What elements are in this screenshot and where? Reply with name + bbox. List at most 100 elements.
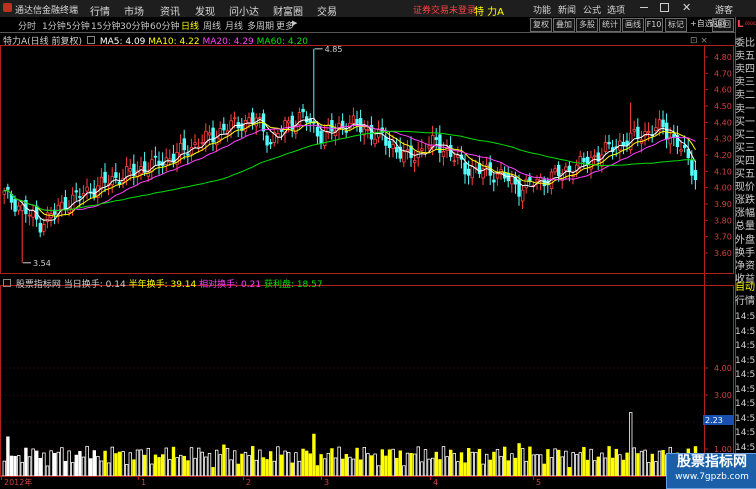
volume-bar[interactable] [575, 454, 579, 477]
candle-body[interactable] [384, 136, 388, 146]
candle-body[interactable] [661, 119, 665, 128]
volume-bar[interactable] [643, 449, 647, 477]
volume-bar[interactable] [654, 461, 658, 477]
volume-bar[interactable] [445, 456, 449, 477]
candle-body[interactable] [265, 135, 269, 146]
candle-body[interactable] [268, 142, 273, 145]
volume-bar[interactable] [333, 457, 338, 477]
volume-bar[interactable] [153, 454, 158, 477]
volume-bar[interactable] [427, 458, 431, 477]
candle-body[interactable] [63, 197, 68, 211]
volume-bar[interactable] [186, 460, 190, 477]
volume-bar[interactable] [207, 453, 212, 477]
candle-body[interactable] [654, 127, 658, 132]
ma-legend-toggle-icon[interactable] [86, 36, 95, 44]
candle-body[interactable] [632, 128, 636, 132]
volume-bar[interactable] [13, 455, 17, 477]
candle-body[interactable] [679, 149, 683, 152]
candle-body[interactable] [229, 120, 233, 130]
candle-body[interactable] [557, 164, 561, 176]
candle-body[interactable] [301, 108, 305, 113]
volume-bar[interactable] [438, 459, 442, 477]
volume-bar[interactable] [81, 456, 86, 477]
candle-body[interactable] [42, 224, 46, 232]
candle-body[interactable] [178, 143, 183, 155]
volume-bar[interactable] [358, 459, 363, 477]
volume-bar[interactable] [258, 449, 262, 477]
candle-body[interactable] [74, 190, 78, 193]
volume-bar[interactable] [557, 449, 561, 477]
volume-bar[interactable] [376, 465, 381, 477]
volume-bar[interactable] [107, 462, 111, 477]
volume-bar[interactable] [290, 462, 294, 477]
volume-bar[interactable] [236, 463, 240, 477]
volume-bar[interactable] [380, 449, 384, 477]
volume-bar[interactable] [470, 451, 474, 477]
candle-body[interactable] [553, 168, 557, 173]
candle-body[interactable] [420, 148, 424, 151]
volume-bar[interactable] [319, 454, 323, 477]
volume-bar[interactable] [650, 453, 654, 477]
volume-bar[interactable] [621, 459, 626, 477]
volume-bar[interactable] [142, 454, 147, 477]
candle-body[interactable] [258, 117, 262, 120]
candle-body[interactable] [103, 171, 107, 183]
volume-bar[interactable] [240, 453, 244, 477]
volume-bar[interactable] [276, 446, 280, 477]
candle-body[interactable] [456, 154, 460, 158]
minimize-icon[interactable] [640, 7, 648, 8]
period-1min[interactable]: 1分钟 [42, 19, 66, 32]
more-arrow-icon[interactable]: ▶ [292, 19, 297, 27]
period-60min[interactable]: 60分钟 [150, 19, 179, 32]
candle-body[interactable] [647, 131, 651, 133]
candle-body[interactable] [200, 142, 204, 144]
volume-bar[interactable] [434, 451, 438, 477]
volume-bar[interactable] [279, 454, 284, 477]
volume-bar[interactable] [74, 454, 78, 477]
candle-body[interactable] [193, 142, 197, 145]
volume-bar[interactable] [265, 459, 269, 477]
volume-bar[interactable] [535, 454, 539, 477]
volume-bar[interactable] [125, 464, 129, 477]
volume-bar[interactable] [56, 451, 60, 477]
volume-bar[interactable] [42, 452, 46, 477]
candle-body[interactable] [593, 155, 597, 158]
volume-bar[interactable] [139, 449, 143, 477]
volume-bar[interactable] [412, 453, 417, 477]
candle-body[interactable] [250, 112, 255, 123]
candle-body[interactable] [607, 141, 611, 145]
volume-bar[interactable] [456, 461, 460, 477]
volume-bar[interactable] [647, 462, 651, 477]
candle-body[interactable] [683, 144, 687, 149]
candle-body[interactable] [344, 130, 348, 133]
volume-bar[interactable] [391, 448, 395, 477]
candle-body[interactable] [636, 126, 640, 139]
volume-bar[interactable] [24, 447, 28, 477]
candle-body[interactable] [535, 178, 539, 182]
menu-function[interactable]: 功能 [533, 3, 551, 16]
period-daily[interactable]: 日线 [181, 19, 199, 32]
candle-body[interactable] [434, 137, 438, 140]
candle-body[interactable] [150, 159, 154, 173]
volume-bar[interactable] [466, 447, 471, 477]
volume-bar[interactable] [524, 460, 528, 477]
menu-news-right[interactable]: 新闻 [558, 3, 576, 16]
volume-bar[interactable] [629, 412, 633, 477]
volume-bar[interactable] [35, 450, 39, 477]
volume-bar[interactable] [146, 447, 150, 477]
volume-bar[interactable] [366, 453, 370, 477]
volume-bar[interactable] [53, 452, 57, 477]
volume-bar[interactable] [513, 457, 518, 477]
period-15min[interactable]: 15分钟 [91, 19, 120, 32]
volume-bar[interactable] [330, 448, 334, 477]
volume-bar[interactable] [589, 448, 593, 477]
period-30min[interactable]: 30分钟 [120, 19, 149, 32]
volume-bar[interactable] [355, 447, 359, 477]
volume-bar[interactable] [225, 447, 230, 477]
volume-bar[interactable] [283, 450, 287, 477]
volume-bar[interactable] [27, 456, 32, 477]
candle-body[interactable] [625, 140, 629, 146]
tool-overlay-button[interactable]: 叠加 [553, 18, 575, 32]
volume-bar[interactable] [582, 446, 586, 477]
volume-bar[interactable] [204, 456, 208, 477]
